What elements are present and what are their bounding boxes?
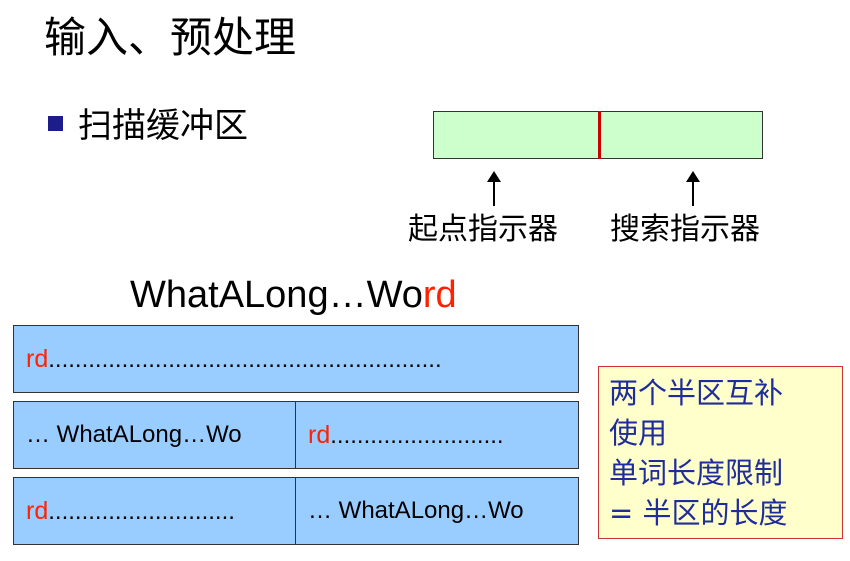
buffer-row-text: rd......................................… (26, 326, 442, 393)
buffer-left-half: rd............................ (14, 478, 296, 544)
buffer-row-red-text: rd (26, 345, 49, 373)
word-main-part: WhatALong…Wo (130, 274, 423, 316)
note-line: 使用 (609, 416, 668, 450)
buffer-divider (598, 111, 601, 159)
bullet-text: 扫描缓冲区 (78, 106, 248, 146)
buffer-half-text: rd.......................... (308, 402, 504, 469)
example-word: WhatALong…Word (130, 272, 457, 318)
word-red-part: rd (422, 274, 457, 316)
buffer-row: rd............................ … WhatALo… (13, 477, 579, 545)
page-title: 输入、预处理 (44, 13, 297, 62)
buffer-half-text: … WhatALong…Wo (308, 497, 524, 524)
note-box: 两个半区互补 使用 单词长度限制 = 半区的长度 (598, 366, 843, 539)
buffer-left-half: … WhatALong…Wo (14, 402, 296, 468)
buffer-right-half: rd.......................... (296, 402, 578, 468)
scan-buffer (433, 111, 763, 159)
buffer-row-dots: ........................................… (48, 346, 442, 373)
buffer-row-dots: .......................... (330, 422, 504, 449)
buffer-row-red-text: rd (26, 497, 49, 525)
buffer-row-dots: ............................ (48, 498, 235, 525)
note-line: 两个半区互补 (609, 376, 784, 410)
search-pointer-label: 搜索指示器 (610, 212, 760, 247)
note-line: = 半区的长度 (609, 496, 788, 530)
square-bullet-icon (48, 116, 63, 131)
note-line: 单词长度限制 (609, 456, 784, 490)
buffer-row: rd......................................… (13, 325, 579, 393)
search-pointer-arrow-shaft (692, 180, 694, 206)
note-lines: 两个半区互补 使用 单词长度限制 = 半区的长度 (609, 373, 788, 533)
buffer-row-red-text: rd (308, 421, 331, 449)
buffer-half-text: … WhatALong…Wo (26, 421, 242, 448)
start-pointer-arrow-shaft (493, 180, 495, 206)
start-pointer-label: 起点指示器 (408, 212, 558, 247)
buffer-half-text: rd............................ (26, 478, 235, 545)
buffer-right-half: … WhatALong…Wo (296, 478, 578, 544)
buffer-row: … WhatALong…Wo rd.......................… (13, 401, 579, 469)
